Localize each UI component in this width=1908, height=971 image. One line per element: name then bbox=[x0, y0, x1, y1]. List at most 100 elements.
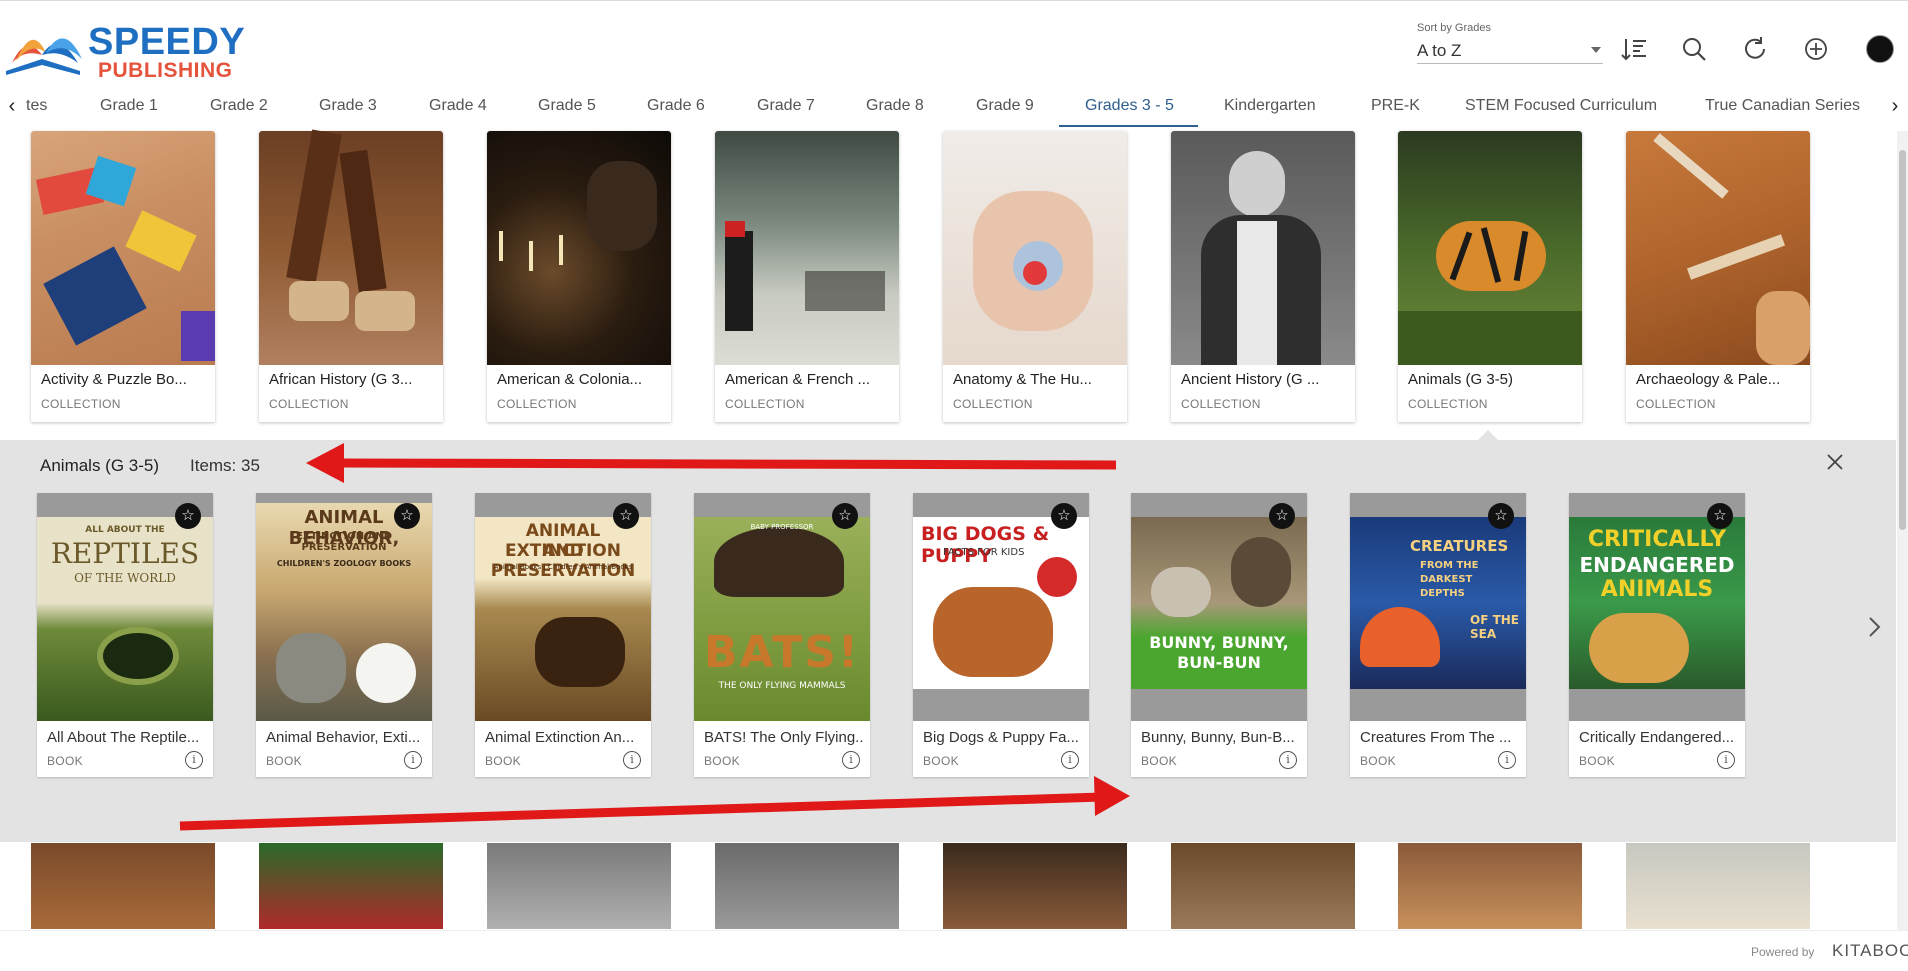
collection-thumbnail-peek[interactable] bbox=[943, 843, 1127, 929]
collection-card[interactable]: Ancient History (G ... COLLECTION bbox=[1171, 131, 1355, 422]
favorite-star-icon[interactable]: ☆ bbox=[1707, 503, 1733, 529]
refresh-icon[interactable] bbox=[1741, 35, 1769, 63]
collection-thumbnail-peek[interactable] bbox=[1398, 843, 1582, 929]
cover-text: EXTINCTION AND PRESERVATION bbox=[295, 531, 393, 553]
close-icon[interactable] bbox=[1823, 450, 1847, 474]
info-icon[interactable]: i bbox=[1279, 751, 1297, 769]
book-cover: BABY PROFESSOR BATS! THE ONLY FLYING MAM… bbox=[694, 517, 870, 721]
cover-text: Animal Books | Children's Animal Books bbox=[493, 563, 633, 571]
favorite-star-icon[interactable]: ☆ bbox=[832, 503, 858, 529]
collection-thumbnail bbox=[943, 131, 1127, 365]
tab-grade-4[interactable]: Grade 4 bbox=[429, 94, 487, 118]
favorite-star-icon[interactable]: ☆ bbox=[1488, 503, 1514, 529]
brand-logo[interactable]: SPEEDY PUBLISHING bbox=[2, 19, 246, 82]
chevron-right-icon[interactable] bbox=[1864, 612, 1884, 642]
book-type: BOOK bbox=[1579, 754, 1615, 768]
info-icon[interactable]: i bbox=[404, 751, 422, 769]
book-card[interactable]: CREATURES FROM THE DARKEST DEPTHS OF THE… bbox=[1350, 493, 1526, 777]
tab-grades-3-5[interactable]: Grades 3 - 5 bbox=[1085, 94, 1174, 118]
collection-thumbnail bbox=[31, 131, 215, 365]
tab-kindergarten[interactable]: Kindergarten bbox=[1224, 94, 1316, 118]
collection-thumbnail-peek[interactable] bbox=[715, 843, 899, 929]
cover-text: BUN-BUN bbox=[1177, 653, 1261, 672]
sort-select-value: A to Z bbox=[1417, 41, 1462, 60]
tab-tes[interactable]: tes bbox=[26, 94, 47, 118]
collection-thumbnail-peek[interactable] bbox=[1171, 843, 1355, 929]
book-cover: BUNNY, BUNNY, BUN-BUN bbox=[1131, 517, 1307, 689]
collection-thumbnail-peek[interactable] bbox=[259, 843, 443, 929]
collection-title: Anatomy & The Hu... bbox=[953, 371, 1092, 388]
book-card[interactable]: CRITICALLY ENDANGERED ANIMALS ☆ Critical… bbox=[1569, 493, 1745, 777]
tab-grade-3[interactable]: Grade 3 bbox=[319, 94, 377, 118]
cover-text: BUNNY, BUNNY, bbox=[1149, 633, 1289, 652]
tab-grade-7[interactable]: Grade 7 bbox=[757, 94, 815, 118]
collection-card[interactable]: American & Colonia... COLLECTION bbox=[487, 131, 671, 422]
tab-stem[interactable]: STEM Focused Curriculum bbox=[1465, 94, 1657, 118]
book-card[interactable]: BUNNY, BUNNY, BUN-BUN ☆ Bunny, Bunny, Bu… bbox=[1131, 493, 1307, 777]
favorite-star-icon[interactable]: ☆ bbox=[613, 503, 639, 529]
collection-thumbnail bbox=[1626, 131, 1810, 365]
collection-thumbnail-peek[interactable] bbox=[487, 843, 671, 929]
book-cover: BIG DOGS & PUPPY FACTS FOR KIDS bbox=[913, 517, 1089, 689]
book-card[interactable]: BIG DOGS & PUPPY FACTS FOR KIDS ☆ Big Do… bbox=[913, 493, 1089, 777]
sort-select[interactable]: A to Z bbox=[1417, 37, 1603, 64]
collection-card[interactable]: African History (G 3... COLLECTION bbox=[259, 129, 443, 422]
brand-name-line2: PUBLISHING bbox=[98, 59, 233, 82]
info-icon[interactable]: i bbox=[1717, 751, 1735, 769]
tabs-scroll-right-icon[interactable]: › bbox=[1885, 94, 1905, 118]
book-logo-icon bbox=[6, 38, 82, 75]
collection-card[interactable]: American & French ... COLLECTION bbox=[715, 131, 899, 422]
collection-type: COLLECTION bbox=[725, 397, 805, 411]
top-border bbox=[0, 0, 1908, 1]
book-card[interactable]: ANIMAL EXTINCTION AND PRESERVATION Anima… bbox=[475, 493, 651, 777]
tab-true-canadian[interactable]: True Canadian Series bbox=[1705, 94, 1860, 118]
collection-thumbnail-peek[interactable] bbox=[31, 843, 215, 929]
book-card[interactable]: ALL ABOUT THE REPTILES OF THE WORLD ☆ Al… bbox=[37, 493, 213, 777]
panel-title: Animals (G 3-5) bbox=[40, 456, 160, 475]
tab-grade-5[interactable]: Grade 5 bbox=[538, 94, 596, 118]
cover-text: OF THE SEA bbox=[1470, 613, 1520, 641]
tab-grade-6[interactable]: Grade 6 bbox=[647, 94, 705, 118]
favorite-star-icon[interactable]: ☆ bbox=[1051, 503, 1077, 529]
collection-card-selected[interactable]: Animals (G 3-5) COLLECTION bbox=[1398, 131, 1582, 422]
collection-thumbnail-peek[interactable] bbox=[1626, 843, 1810, 929]
cover-text: CHILDREN'S ZOOLOGY BOOKS bbox=[276, 559, 412, 568]
tab-grade-1[interactable]: Grade 1 bbox=[100, 94, 158, 118]
tab-grade-8[interactable]: Grade 8 bbox=[866, 94, 924, 118]
book-cover: CREATURES FROM THE DARKEST DEPTHS OF THE… bbox=[1350, 517, 1526, 689]
book-type: BOOK bbox=[47, 754, 83, 768]
collection-card[interactable]: Archaeology & Pale... COLLECTION bbox=[1626, 131, 1810, 422]
book-title: All About The Reptile... bbox=[47, 729, 200, 746]
book-card[interactable]: BABY PROFESSOR BATS! THE ONLY FLYING MAM… bbox=[694, 493, 870, 777]
tab-grade-2[interactable]: Grade 2 bbox=[210, 94, 268, 118]
sort-order-icon[interactable] bbox=[1620, 35, 1648, 63]
info-icon[interactable]: i bbox=[842, 751, 860, 769]
book-card[interactable]: ANIMAL BEHAVIOR, EXTINCTION AND PRESERVA… bbox=[256, 493, 432, 777]
info-icon[interactable]: i bbox=[185, 751, 203, 769]
tab-pre-k[interactable]: PRE-K bbox=[1371, 94, 1420, 118]
scrollbar-thumb[interactable] bbox=[1899, 150, 1906, 530]
avatar[interactable] bbox=[1866, 35, 1894, 63]
info-icon[interactable]: i bbox=[623, 751, 641, 769]
book-title: Bunny, Bunny, Bun-B... bbox=[1141, 729, 1295, 746]
info-icon[interactable]: i bbox=[1061, 751, 1079, 769]
cover-text: FROM THE DARKEST DEPTHS bbox=[1420, 560, 1479, 599]
collection-thumbnail bbox=[487, 131, 671, 365]
collection-type: COLLECTION bbox=[1636, 397, 1716, 411]
collection-card[interactable]: Anatomy & The Hu... COLLECTION bbox=[943, 131, 1127, 422]
search-icon[interactable] bbox=[1680, 35, 1708, 63]
info-icon[interactable]: i bbox=[1498, 751, 1516, 769]
tabs-scroll-left-icon[interactable]: ‹ bbox=[2, 94, 22, 118]
favorite-star-icon[interactable]: ☆ bbox=[1269, 503, 1295, 529]
cover-text: CREATURES bbox=[1410, 537, 1509, 555]
book-cover: ANIMAL BEHAVIOR, EXTINCTION AND PRESERVA… bbox=[256, 503, 432, 721]
book-title: Animal Behavior, Exti... bbox=[266, 729, 421, 746]
collection-title: Animals (G 3-5) bbox=[1408, 371, 1514, 388]
tab-grade-9[interactable]: Grade 9 bbox=[976, 94, 1034, 118]
brand-name-line1: SPEEDY bbox=[88, 21, 246, 63]
favorite-star-icon[interactable]: ☆ bbox=[394, 503, 420, 529]
collection-card[interactable]: Activity & Puzzle Bo... COLLECTION bbox=[31, 131, 215, 422]
favorite-star-icon[interactable]: ☆ bbox=[175, 503, 201, 529]
collection-title: Activity & Puzzle Bo... bbox=[41, 371, 187, 388]
add-icon[interactable] bbox=[1802, 35, 1830, 63]
